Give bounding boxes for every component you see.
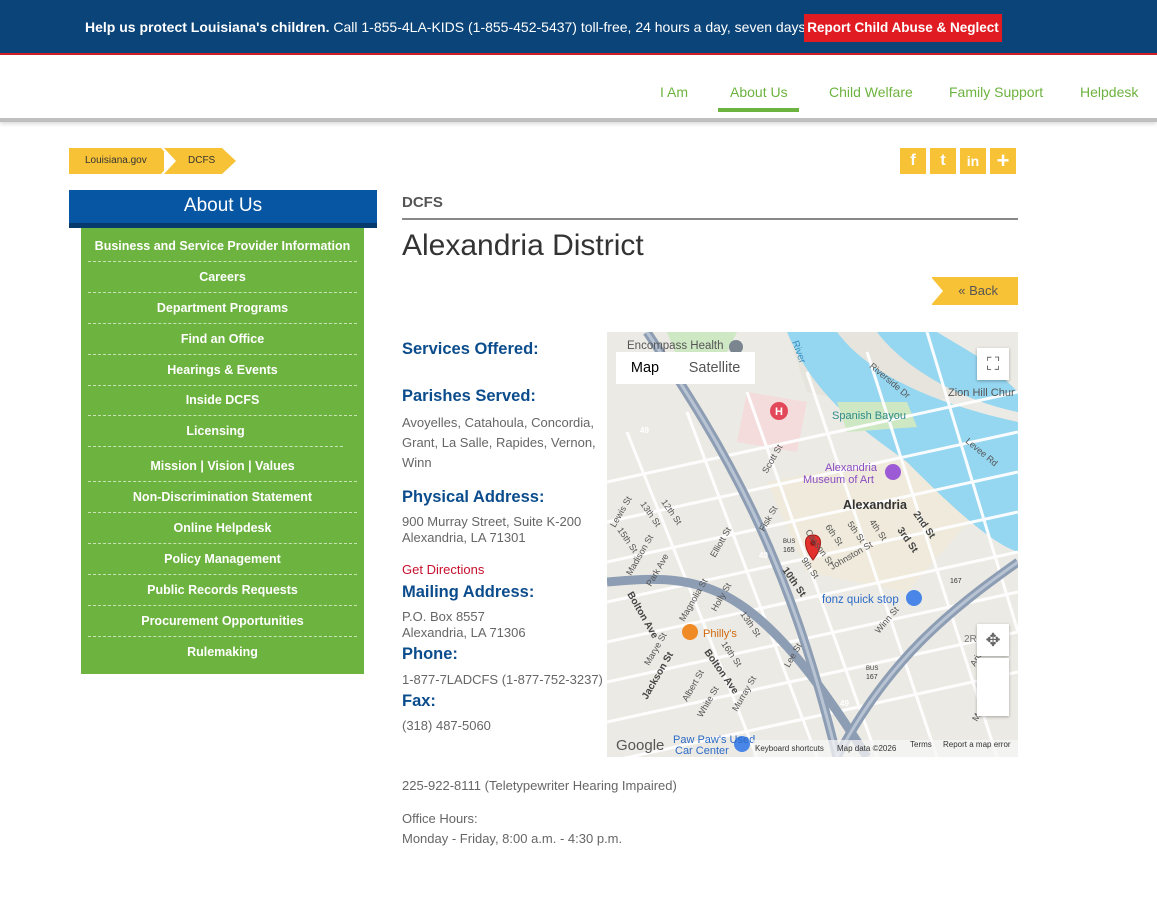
breadcrumb-dcfs[interactable]: DCFS <box>164 148 236 174</box>
sidebar-item-business[interactable]: Business and Service Provider Informatio… <box>88 239 357 262</box>
zoom-control[interactable] <box>977 658 1009 716</box>
hotline-message: Help us protect Louisiana's children. Ca… <box>85 19 858 35</box>
svg-text:Museum of Art: Museum of Art <box>803 474 874 486</box>
svg-text:H: H <box>775 406 783 418</box>
section-label: DCFS <box>402 194 443 211</box>
map-canvas[interactable]: H Encompass Health Spanish Bayou Alexand… <box>607 332 1018 757</box>
sidebar-item-rulemaking[interactable]: Rulemaking <box>88 645 357 668</box>
page-title: Alexandria District <box>402 229 644 262</box>
svg-text:Zion Hill Chur: Zion Hill Chur <box>948 387 1015 399</box>
sidebar-item-public-records[interactable]: Public Records Requests <box>88 583 357 606</box>
mailing-heading: Mailing Address: <box>402 583 535 601</box>
twitter-icon[interactable]: t <box>930 148 956 174</box>
svg-text:Alexandria: Alexandria <box>843 498 908 512</box>
sidebar-title: About Us <box>69 190 377 228</box>
svg-text:fonz quick stop: fonz quick stop <box>822 594 899 606</box>
services-heading: Services Offered: <box>402 340 539 358</box>
svg-text:167: 167 <box>950 578 962 585</box>
pan-control-icon[interactable]: ✥ <box>977 624 1009 656</box>
report-abuse-button[interactable]: Report Child Abuse & Neglect <box>804 14 1002 42</box>
svg-text:49: 49 <box>840 699 849 708</box>
svg-text:Keyboard shortcuts: Keyboard shortcuts <box>755 744 824 753</box>
office-hours: Monday - Friday, 8:00 a.m. - 4:30 p.m. <box>402 831 623 846</box>
office-hours-label: Office Hours: <box>402 811 478 826</box>
physical-heading: Physical Address: <box>402 488 545 506</box>
tty-number: 225-922-8111 (Teletypewriter Hearing Imp… <box>402 778 677 793</box>
parishes-line-2: Grant, La Salle, Rapides, Vernon, <box>402 435 596 450</box>
main-nav: I Am About Us Child Welfare Family Suppo… <box>0 55 1157 122</box>
plus-icon[interactable]: + <box>990 148 1016 174</box>
svg-text:Terms: Terms <box>910 740 932 749</box>
section-divider <box>402 218 1018 220</box>
back-button[interactable]: « Back <box>931 277 1018 305</box>
phone-heading: Phone: <box>402 645 458 663</box>
nav-child-welfare[interactable]: Child Welfare <box>829 84 913 100</box>
svg-text:Philly's: Philly's <box>703 628 737 640</box>
nav-i-am[interactable]: I Am <box>660 84 688 100</box>
svg-text:Car Center: Car Center <box>675 745 729 757</box>
sidebar-item-department-programs[interactable]: Department Programs <box>88 301 357 324</box>
svg-text:BUS: BUS <box>866 666 878 672</box>
nav-about-us[interactable]: About Us <box>730 84 788 100</box>
sidebar-item-procurement[interactable]: Procurement Opportunities <box>88 614 357 637</box>
sidebar-item-inside-dcfs[interactable]: Inside DCFS <box>88 393 357 416</box>
svg-text:BUS: BUS <box>783 539 795 545</box>
svg-text:49: 49 <box>759 551 768 560</box>
sidebar-item-find-office[interactable]: Find an Office <box>88 332 357 355</box>
mailing-line-2: Alexandria, LA 71306 <box>402 625 526 640</box>
facebook-icon[interactable]: f <box>900 148 926 174</box>
fullscreen-icon[interactable]: ⛶ <box>977 348 1009 380</box>
parishes-line-1: Avoyelles, Catahoula, Concordia, <box>402 415 594 430</box>
svg-text:Alexandria: Alexandria <box>825 462 878 474</box>
parishes-heading: Parishes Served: <box>402 387 536 405</box>
sidebar-item-careers[interactable]: Careers <box>88 270 357 293</box>
nav-family-support[interactable]: Family Support <box>949 84 1043 100</box>
hotline-text: Call 1-855-4LA-KIDS (1-855-452-5437) tol… <box>329 19 858 35</box>
svg-text:Report a map error: Report a map error <box>943 740 1011 749</box>
svg-text:2R: 2R <box>964 634 977 645</box>
fax-number: (318) 487-5060 <box>402 718 491 733</box>
svg-text:49: 49 <box>640 426 649 435</box>
fax-heading: Fax: <box>402 692 436 710</box>
satellite-view-tab[interactable]: Satellite <box>674 352 755 384</box>
sidebar-item-policy[interactable]: Policy Management <box>88 552 357 575</box>
svg-text:Spanish Bayou: Spanish Bayou <box>832 410 906 422</box>
svg-text:167: 167 <box>866 674 878 681</box>
sidebar-item-online-helpdesk[interactable]: Online Helpdesk <box>88 521 357 544</box>
map-view-tab[interactable]: Map <box>616 352 674 384</box>
sidebar-item-mission[interactable]: Mission | Vision | Values <box>88 459 357 482</box>
breadcrumb-louisiana-gov[interactable]: Louisiana.gov <box>69 148 173 174</box>
svg-text:Encompass Health: Encompass Health <box>627 340 724 352</box>
nav-active-indicator <box>718 108 799 112</box>
google-map[interactable]: H Encompass Health Spanish Bayou Alexand… <box>607 332 1018 757</box>
svg-text:Map data ©2026: Map data ©2026 <box>837 744 897 753</box>
svg-text:Google: Google <box>616 737 664 754</box>
linkedin-icon[interactable]: in <box>960 148 986 174</box>
sidebar-item-hearings[interactable]: Hearings & Events <box>88 363 357 386</box>
phone-number: 1-877-7LADCFS (1-877-752-3237) <box>402 672 603 687</box>
svg-text:165: 165 <box>783 547 795 554</box>
hotline-bold: Help us protect Louisiana's children. <box>85 19 330 35</box>
top-alert-bar: Help us protect Louisiana's children. Ca… <box>0 0 1157 55</box>
sidebar-item-non-discrimination[interactable]: Non-Discrimination Statement <box>88 490 357 513</box>
sidebar-item-licensing[interactable]: Licensing <box>88 424 343 447</box>
get-directions-link[interactable]: Get Directions <box>402 560 484 580</box>
nav-helpdesk[interactable]: Helpdesk <box>1080 84 1138 100</box>
sidebar-menu: Business and Service Provider Informatio… <box>81 228 364 674</box>
physical-line-2: Alexandria, LA 71301 <box>402 530 526 545</box>
parishes-line-3: Winn <box>402 455 432 470</box>
